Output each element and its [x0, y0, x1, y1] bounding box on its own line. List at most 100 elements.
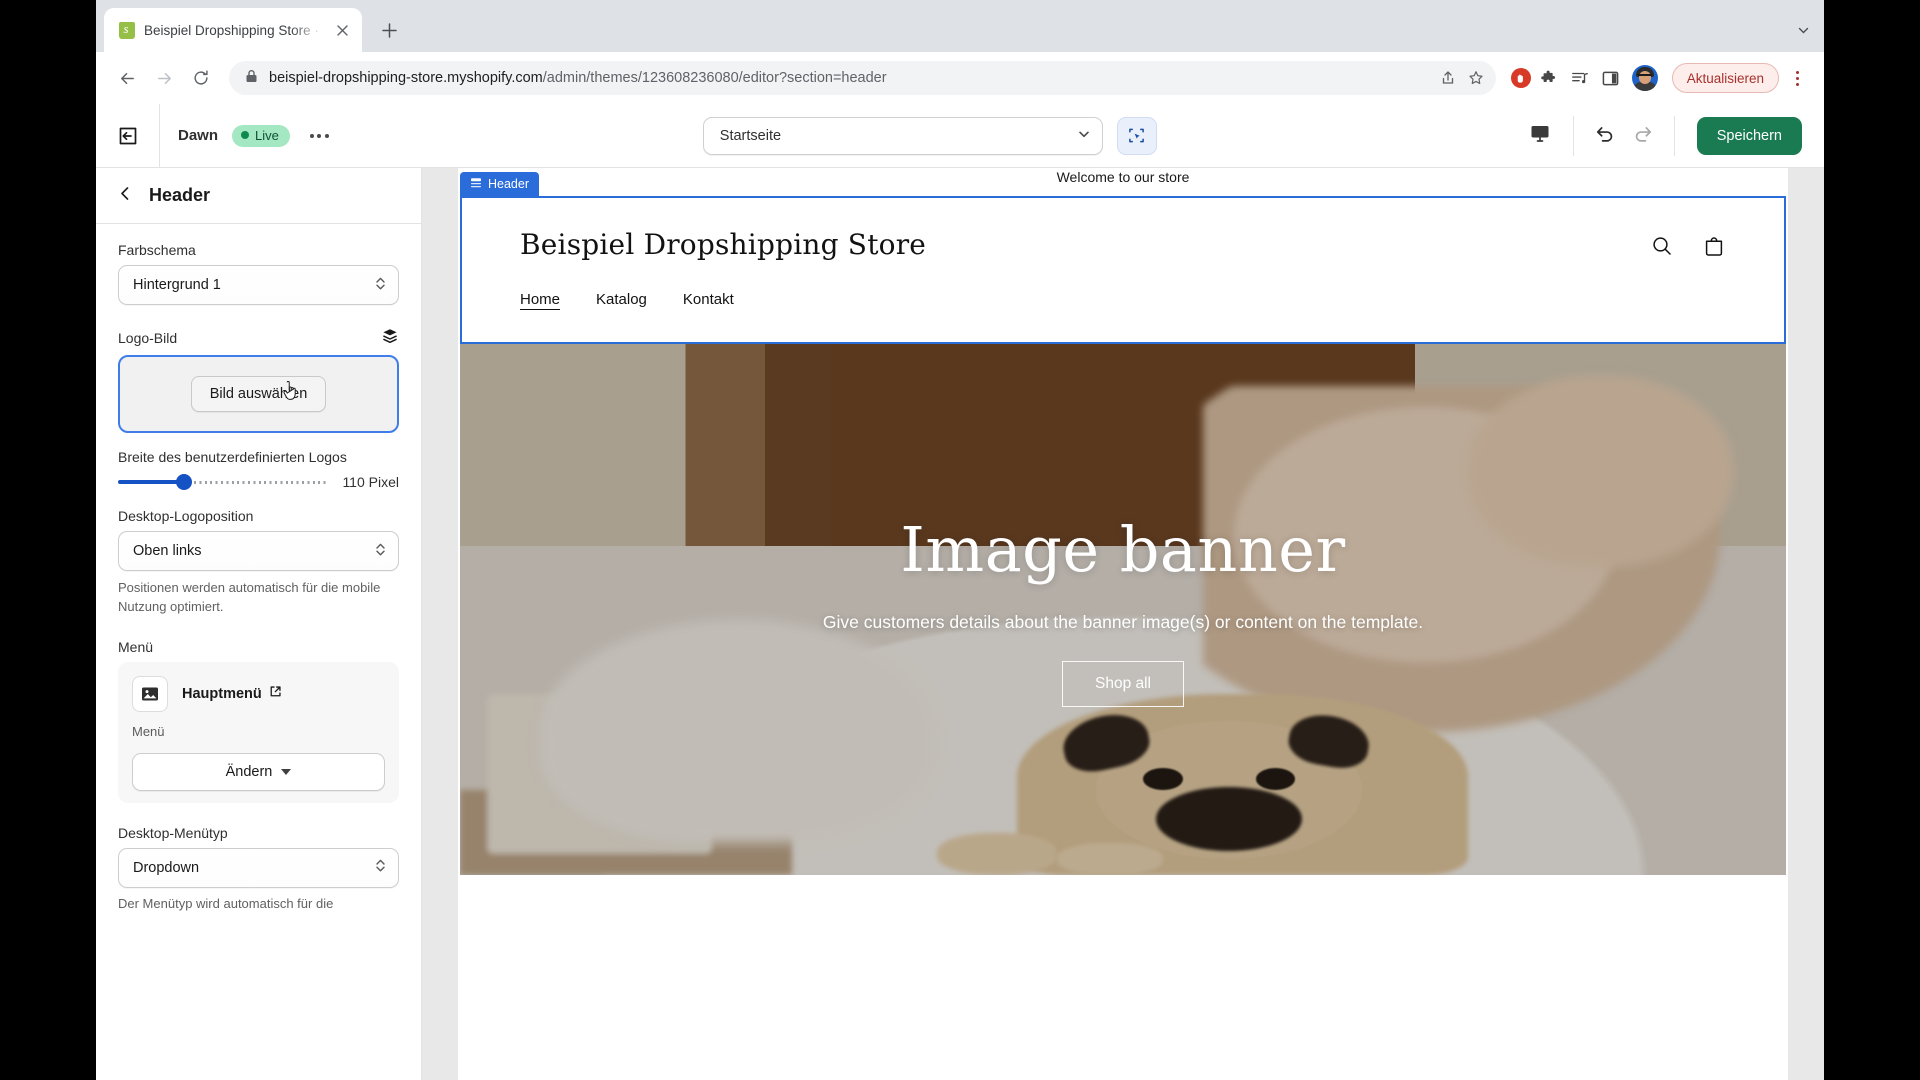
select-image-button[interactable]: Bild auswählen [190, 376, 327, 412]
exit-editor-icon[interactable] [96, 103, 160, 168]
logo-position-value: Oben links [133, 543, 202, 559]
redo-icon[interactable] [1633, 123, 1654, 149]
shopping-bag-icon[interactable] [1702, 234, 1726, 263]
color-scheme-select[interactable]: Hintergrund 1 [118, 265, 399, 305]
editor-body: Header Farbschema Hintergrund 1 Logo-Bil… [96, 168, 1824, 1080]
slider-thumb[interactable] [176, 474, 192, 490]
sidebar-scroll[interactable]: Farbschema Hintergrund 1 Logo-Bild Bild … [96, 224, 421, 1080]
mouse-cursor [283, 380, 301, 403]
header-section-wrap: Header Beispiel Dropshipping Store Home … [460, 172, 1786, 344]
media-list-icon[interactable] [1567, 65, 1593, 91]
status-label: Live [255, 127, 279, 143]
page-title: Header [149, 185, 211, 205]
history-group [1574, 115, 1675, 156]
theme-info: Dawn Live [160, 124, 353, 147]
nav-item-home[interactable]: Home [520, 291, 560, 308]
banner-paragraph[interactable]: Give customers details about the banner … [823, 612, 1423, 633]
save-button[interactable]: Speichern [1696, 116, 1802, 155]
color-scheme-label: Farbschema [118, 242, 196, 258]
status-dot [241, 131, 250, 139]
url-domain: beispiel-dropshipping-store.myshopify.co… [269, 70, 543, 86]
logo-width-slider[interactable] [118, 472, 330, 492]
logo-position-help: Positionen werden automatisch für die mo… [118, 580, 381, 614]
nav-item-katalog[interactable]: Katalog [596, 291, 647, 308]
header-actions [1650, 228, 1726, 263]
update-button[interactable]: Aktualisieren [1671, 63, 1779, 93]
image-banner-section[interactable]: Image banner Give customers details abou… [460, 344, 1786, 875]
announcement-text: Welcome to our store [1056, 169, 1190, 185]
avatar[interactable] [1631, 65, 1658, 91]
store-title[interactable]: Beispiel Dropshipping Store [520, 228, 926, 261]
stepper-icon [375, 542, 386, 561]
chrome-menu-icon[interactable] [1784, 63, 1810, 93]
section-select-icon[interactable] [1116, 116, 1157, 155]
menu-card: Hauptmenü Menü Ändern [118, 661, 399, 803]
search-icon[interactable] [1650, 234, 1674, 263]
change-menu-label: Ändern [225, 763, 273, 780]
stepper-icon [375, 858, 386, 877]
menu-item-name: Hauptmenü [182, 685, 282, 702]
left-letterbox [0, 0, 96, 1080]
desktop-menu-type-select[interactable]: Dropdown [118, 847, 399, 888]
right-letterbox [1824, 0, 1920, 1080]
url-path: /admin/themes/123608236080/editor?sectio… [542, 70, 887, 86]
lock-icon [245, 69, 258, 88]
extensions-puzzle-icon[interactable] [1536, 65, 1562, 91]
tabstrip-right [1797, 24, 1824, 52]
logo-width-label: Breite des benutzerdefinierten Logos [118, 449, 347, 465]
announcement-bar: Welcome to our store [458, 168, 1788, 196]
color-scheme-value: Hintergrund 1 [133, 277, 221, 293]
store-nav: Home Katalog Kontakt [520, 291, 1726, 308]
shop-all-button[interactable]: Shop all [1061, 660, 1184, 707]
new-tab-button[interactable] [374, 15, 404, 45]
header-section[interactable]: Header Beispiel Dropshipping Store Home … [460, 172, 1786, 344]
desktop-menu-type-help: Der Menütyp wird automatisch für die [118, 895, 334, 911]
back-arrow-icon[interactable] [110, 61, 144, 95]
external-link-icon[interactable] [269, 685, 282, 702]
menu-item-subtitle: Menü [132, 723, 165, 739]
page-selector-value: Startseite [719, 127, 782, 144]
banner-heading[interactable]: Image banner [900, 513, 1345, 586]
change-menu-button[interactable]: Ändern [132, 752, 385, 791]
desktop-menu-type-value: Dropdown [133, 859, 200, 876]
chevron-down-icon[interactable] [1797, 24, 1810, 42]
address-bar[interactable]: beispiel-dropshipping-store.myshopify.co… [229, 61, 1496, 95]
reload-icon[interactable] [184, 61, 218, 95]
menu-label: Menü [118, 638, 154, 655]
url-text: beispiel-dropshipping-store.myshopify.co… [269, 70, 1434, 86]
logo-width-value: 110 Pixel [342, 474, 399, 490]
logo-image-picker[interactable]: Bild auswählen [118, 355, 399, 433]
tab-strip: Beispiel Dropshipping Store · D [96, 0, 1824, 52]
chevron-left-icon[interactable] [118, 186, 133, 206]
browser-tab[interactable]: Beispiel Dropshipping Store · D [104, 8, 362, 52]
close-icon[interactable] [332, 20, 352, 40]
section-badge[interactable]: Header [460, 172, 539, 196]
undo-icon[interactable] [1594, 123, 1615, 149]
share-icon[interactable] [1434, 64, 1462, 92]
page-selector[interactable]: Startseite [702, 116, 1103, 155]
browser-toolbar: beispiel-dropshipping-store.myshopify.co… [96, 52, 1824, 104]
star-icon[interactable] [1462, 64, 1490, 92]
browser-window: Beispiel Dropshipping Store · D [96, 0, 1824, 1080]
layers-icon[interactable] [381, 327, 399, 348]
preview-frame: Welcome to our store Header Beispiel Dro… [458, 168, 1788, 1080]
forward-arrow-icon[interactable] [147, 61, 181, 95]
desktop-icon[interactable] [1529, 122, 1551, 149]
logo-position-select[interactable]: Oben links [118, 531, 399, 571]
theme-name: Dawn [178, 127, 219, 144]
menu-row[interactable]: Hauptmenü [132, 675, 385, 712]
store-preview: Welcome to our store Header Beispiel Dro… [422, 168, 1824, 1080]
editor-right: Speichern [1507, 115, 1824, 156]
slider-ticks [194, 480, 329, 484]
extension-icons: Aktualisieren [1510, 63, 1810, 93]
side-panel-icon[interactable] [1598, 65, 1624, 91]
nav-item-kontakt[interactable]: Kontakt [683, 291, 734, 308]
adblock-hand-icon[interactable] [1510, 68, 1531, 88]
stepper-icon [375, 276, 386, 295]
settings-sidebar: Header Farbschema Hintergrund 1 Logo-Bil… [96, 168, 422, 1080]
logo-position-label: Desktop-Logoposition [118, 508, 254, 524]
more-options-icon[interactable] [304, 126, 335, 146]
logo-image-label-row: Logo-Bild [118, 327, 399, 348]
logo-image-label: Logo-Bild [118, 329, 178, 346]
slider-track-fill [118, 480, 184, 484]
